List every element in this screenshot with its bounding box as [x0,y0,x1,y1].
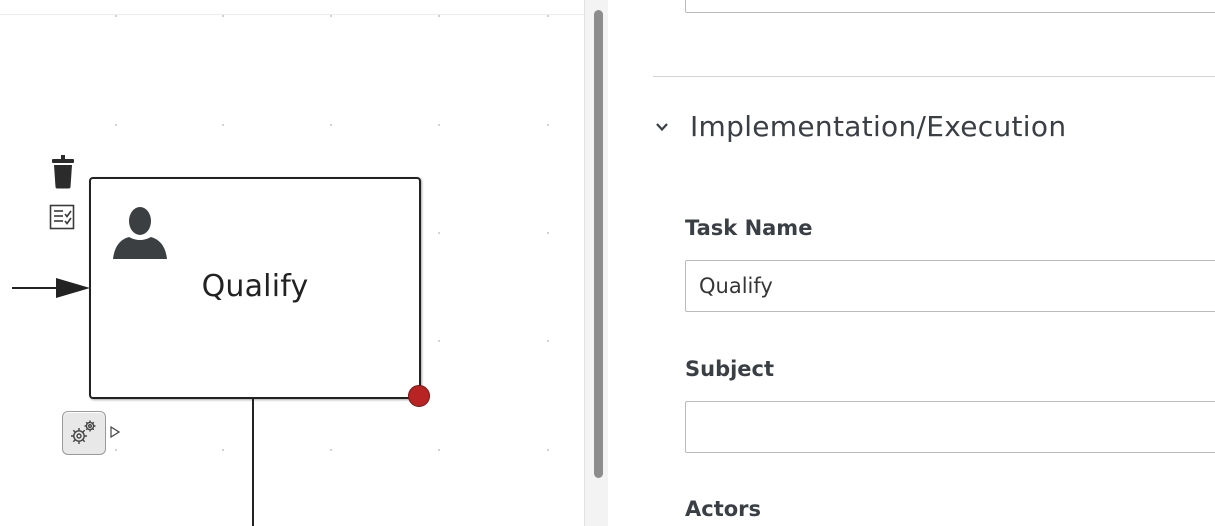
outgoing-sequence-flow[interactable] [252,397,254,526]
chevron-down-icon[interactable] [655,120,669,134]
incoming-sequence-flow[interactable] [0,270,92,306]
grid-dot [222,449,224,451]
actors-field-label: Actors [685,497,762,521]
grid-dot [438,340,440,342]
section-header-implementation-execution[interactable]: Implementation/Execution [690,110,1066,143]
grid-dot [330,15,332,17]
grid-dot [547,232,549,234]
user-task-node[interactable]: Qualify [89,177,421,399]
document-checklist-icon[interactable] [49,204,75,230]
grid-dot [438,232,440,234]
task-name-field-label: Task Name [685,216,813,240]
grid-dot [547,340,549,342]
subject-input[interactable] [685,401,1215,453]
grid-dot [547,15,549,17]
grid-dot [438,15,440,17]
morph-node-button[interactable] [62,411,106,455]
task-name-label[interactable]: Qualify [91,269,419,304]
grid-dot [438,124,440,126]
trash-icon[interactable] [49,155,77,189]
grid-dot [330,449,332,451]
grid-dot [547,449,549,451]
grid-dot [438,449,440,451]
diagram-canvas[interactable]: Qualify [0,0,584,526]
subject-field-label: Subject [685,357,775,381]
scrollbar-thumb[interactable] [594,10,603,478]
grid-dot [222,124,224,126]
canvas-divider [0,14,584,15]
grid-dot [115,124,117,126]
panel-splitter[interactable] [584,0,609,526]
properties-panel: Implementation/Execution Task Name Subje… [608,0,1215,526]
task-name-input[interactable] [685,260,1215,312]
section-divider [653,76,1215,77]
grid-dot [115,449,117,451]
user-icon [113,207,167,259]
grid-dot [547,124,549,126]
previous-field-edge[interactable] [685,0,1215,13]
grid-dot [330,124,332,126]
gears-icon [71,420,96,444]
caret-right-icon[interactable] [110,426,120,438]
grid-dot [115,15,117,17]
resize-handle[interactable] [408,385,430,407]
grid-dot [222,15,224,17]
